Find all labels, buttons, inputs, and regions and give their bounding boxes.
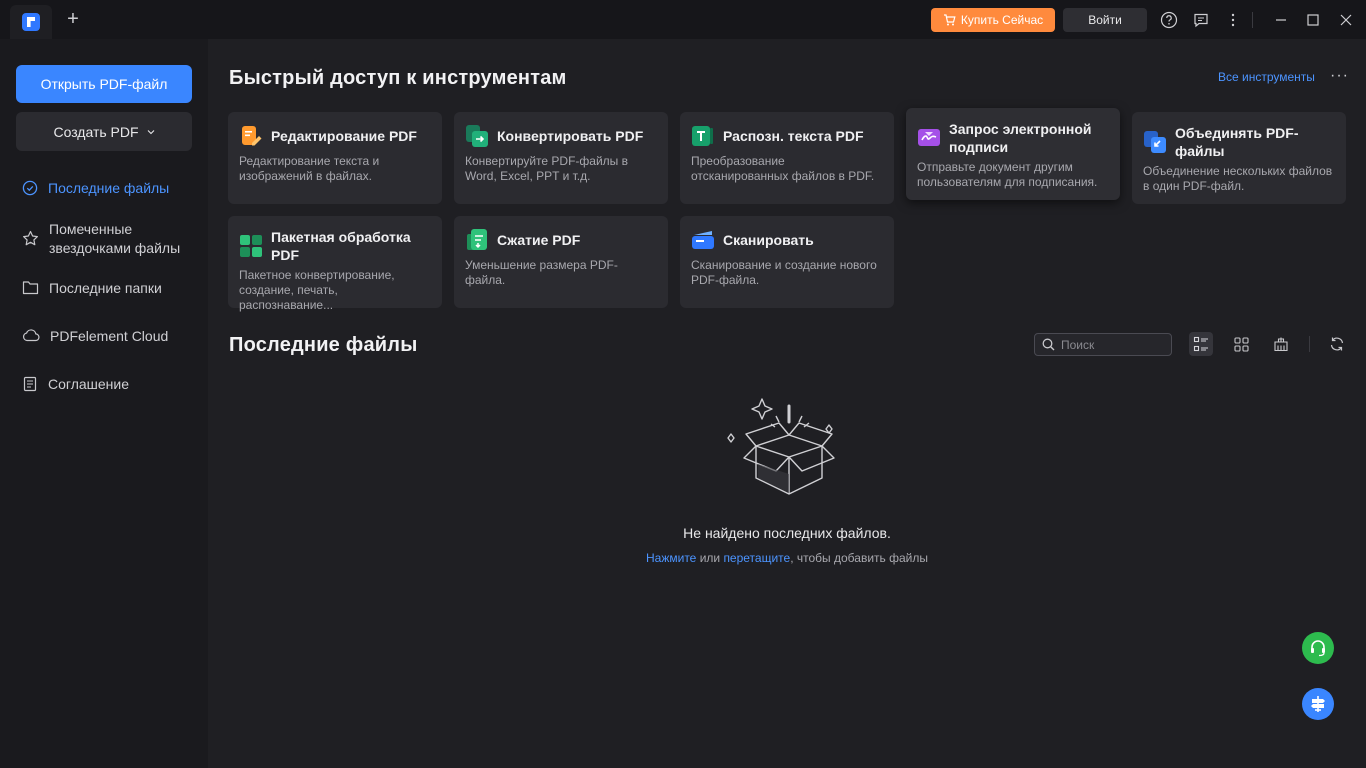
more-options-icon[interactable]: ··· bbox=[1330, 67, 1349, 85]
tool-card-title: Пакетная обработка PDF bbox=[271, 229, 411, 263]
clear-list-button[interactable] bbox=[1269, 332, 1293, 356]
tool-card-title: Объединять PDF-файлы bbox=[1175, 125, 1299, 159]
login-button[interactable]: Войти bbox=[1063, 8, 1147, 32]
tool-card-compress-pdf[interactable]: Сжатие PDF Уменьшение размера PDF-файла. bbox=[454, 216, 668, 308]
tool-card-title: Редактирование PDF bbox=[271, 128, 417, 144]
document-icon bbox=[23, 376, 37, 392]
hint-or-text: или bbox=[696, 551, 724, 565]
maximize-icon[interactable] bbox=[1303, 10, 1323, 30]
new-tab-plus-icon[interactable]: + bbox=[62, 8, 84, 30]
minimize-icon[interactable] bbox=[1271, 10, 1291, 30]
sidebar-item-recent-files[interactable]: Последние файлы bbox=[22, 179, 198, 198]
tool-card-desc: Преобразование отсканированных файлов в … bbox=[691, 154, 875, 183]
sidebar-item-cloud[interactable]: PDFelement Cloud bbox=[22, 327, 198, 346]
tool-card-convert-pdf[interactable]: Конвертировать PDF Конвертируйте PDF-фай… bbox=[454, 112, 668, 204]
open-pdf-button[interactable]: Открыть PDF-файл bbox=[16, 65, 192, 103]
sidebar-item-label: Соглашение bbox=[48, 376, 130, 392]
chevron-down-icon bbox=[147, 129, 154, 134]
drag-to-add-link[interactable]: перетащите bbox=[723, 551, 790, 565]
close-icon[interactable] bbox=[1336, 10, 1356, 30]
sidebar-item-label: PDFelement Cloud bbox=[50, 328, 169, 344]
pdfelement-logo-icon bbox=[22, 13, 40, 31]
clock-icon bbox=[22, 180, 38, 196]
tool-card-desc: Пакетное конвертирование, создание, печа… bbox=[239, 268, 395, 312]
toolbar-divider bbox=[1309, 336, 1310, 352]
convert-pdf-icon bbox=[465, 124, 489, 148]
empty-box-illustration bbox=[727, 398, 835, 495]
ocr-icon bbox=[691, 124, 715, 148]
search-field[interactable] bbox=[1034, 333, 1172, 356]
sidebar-item-recent-folders[interactable]: Последние папки bbox=[22, 279, 198, 298]
sidebar: Открыть PDF-файл Создать PDF Последние ф… bbox=[0, 39, 208, 768]
cart-icon bbox=[943, 14, 956, 26]
list-view-button[interactable] bbox=[1189, 332, 1213, 356]
signpost-icon bbox=[1311, 696, 1325, 712]
title-bar: + Купить Сейчас Войти bbox=[0, 0, 1366, 39]
tool-card-batch-pdf[interactable]: Пакетная обработка PDF Пакетное конверти… bbox=[228, 216, 442, 312]
tool-card-title: Запрос электронной подписи bbox=[949, 121, 1092, 155]
support-button[interactable] bbox=[1302, 632, 1334, 664]
grid-view-icon bbox=[1233, 336, 1249, 352]
compress-pdf-icon bbox=[465, 228, 489, 252]
sidebar-item-agreement[interactable]: Соглашение bbox=[22, 375, 198, 394]
search-input[interactable] bbox=[1061, 337, 1161, 352]
buy-now-button[interactable]: Купить Сейчас bbox=[931, 8, 1055, 32]
empty-state-message: Не найдено последних файлов. bbox=[683, 525, 891, 541]
tool-card-desc: Объединение нескольких файлов в один PDF… bbox=[1143, 164, 1333, 193]
grid-view-button[interactable] bbox=[1229, 332, 1253, 356]
refresh-icon bbox=[1330, 337, 1344, 351]
esign-icon bbox=[917, 126, 941, 150]
menu-kebab-icon[interactable] bbox=[1223, 10, 1243, 30]
main-content: Быстрый доступ к инструментам Все инстру… bbox=[208, 39, 1366, 768]
tool-card-esign-request[interactable]: Запрос электронной подписи Отправьте док… bbox=[906, 108, 1120, 200]
help-icon[interactable] bbox=[1159, 10, 1179, 30]
tool-card-ocr-pdf[interactable]: Распозн. текста PDF Преобразование отска… bbox=[680, 112, 894, 204]
empty-state-hint: Нажмите или перетащите, чтобы добавить ф… bbox=[208, 551, 1366, 565]
recent-files-title: Последние файлы bbox=[229, 334, 418, 356]
quick-tools-title: Быстрый доступ к инструментам bbox=[229, 67, 567, 89]
titlebar-divider bbox=[1252, 12, 1253, 28]
click-to-add-link[interactable]: Нажмите bbox=[646, 551, 696, 565]
refresh-button[interactable] bbox=[1325, 332, 1349, 356]
tool-card-scan[interactable]: Сканировать Сканирование и создание ново… bbox=[680, 216, 894, 308]
tool-card-title: Сканировать bbox=[723, 232, 814, 248]
cloud-icon bbox=[23, 329, 40, 342]
edit-pdf-icon bbox=[239, 124, 263, 148]
feedback-icon[interactable] bbox=[1191, 10, 1211, 30]
tool-card-edit-pdf[interactable]: Редактирование PDF Редактирование текста… bbox=[228, 112, 442, 204]
tool-card-desc: Конвертируйте PDF-файлы в Word, Excel, P… bbox=[465, 154, 629, 183]
create-pdf-label: Создать PDF bbox=[53, 123, 139, 140]
home-tab[interactable] bbox=[10, 5, 52, 39]
tool-card-title: Конвертировать PDF bbox=[497, 128, 644, 144]
guide-button[interactable] bbox=[1302, 688, 1334, 720]
create-pdf-button[interactable]: Создать PDF bbox=[16, 112, 192, 151]
sidebar-item-label: Помеченные звездочками файлы bbox=[49, 221, 181, 256]
search-icon bbox=[1042, 338, 1055, 351]
broom-icon bbox=[1274, 337, 1288, 352]
tool-card-merge-pdf[interactable]: Объединять PDF-файлы Объединение несколь… bbox=[1132, 112, 1346, 204]
merge-pdf-icon bbox=[1143, 130, 1167, 154]
tool-card-title: Распозн. текста PDF bbox=[723, 128, 864, 144]
scanner-icon bbox=[691, 228, 715, 252]
star-icon bbox=[23, 230, 38, 246]
batch-process-icon bbox=[239, 234, 263, 258]
tool-card-desc: Уменьшение размера PDF-файла. bbox=[465, 258, 618, 287]
tool-card-desc: Редактирование текста и изображений в фа… bbox=[239, 154, 380, 183]
headset-icon bbox=[1311, 640, 1325, 657]
folder-icon bbox=[22, 281, 39, 295]
sidebar-item-starred-files[interactable]: Помеченные звездочками файлы bbox=[22, 220, 192, 258]
hint-rest-text: , чтобы добавить файлы bbox=[790, 551, 928, 565]
all-tools-link[interactable]: Все инструменты bbox=[1218, 70, 1315, 84]
sidebar-item-label: Последние файлы bbox=[48, 180, 170, 196]
buy-now-label: Купить Сейчас bbox=[960, 13, 1044, 27]
tool-card-desc: Сканирование и создание нового PDF-файла… bbox=[691, 258, 877, 287]
sidebar-item-label: Последние папки bbox=[49, 280, 162, 296]
tool-card-desc: Отправьте документ другим пользователям … bbox=[917, 160, 1098, 189]
list-view-icon bbox=[1193, 336, 1208, 352]
tool-card-title: Сжатие PDF bbox=[497, 232, 581, 248]
